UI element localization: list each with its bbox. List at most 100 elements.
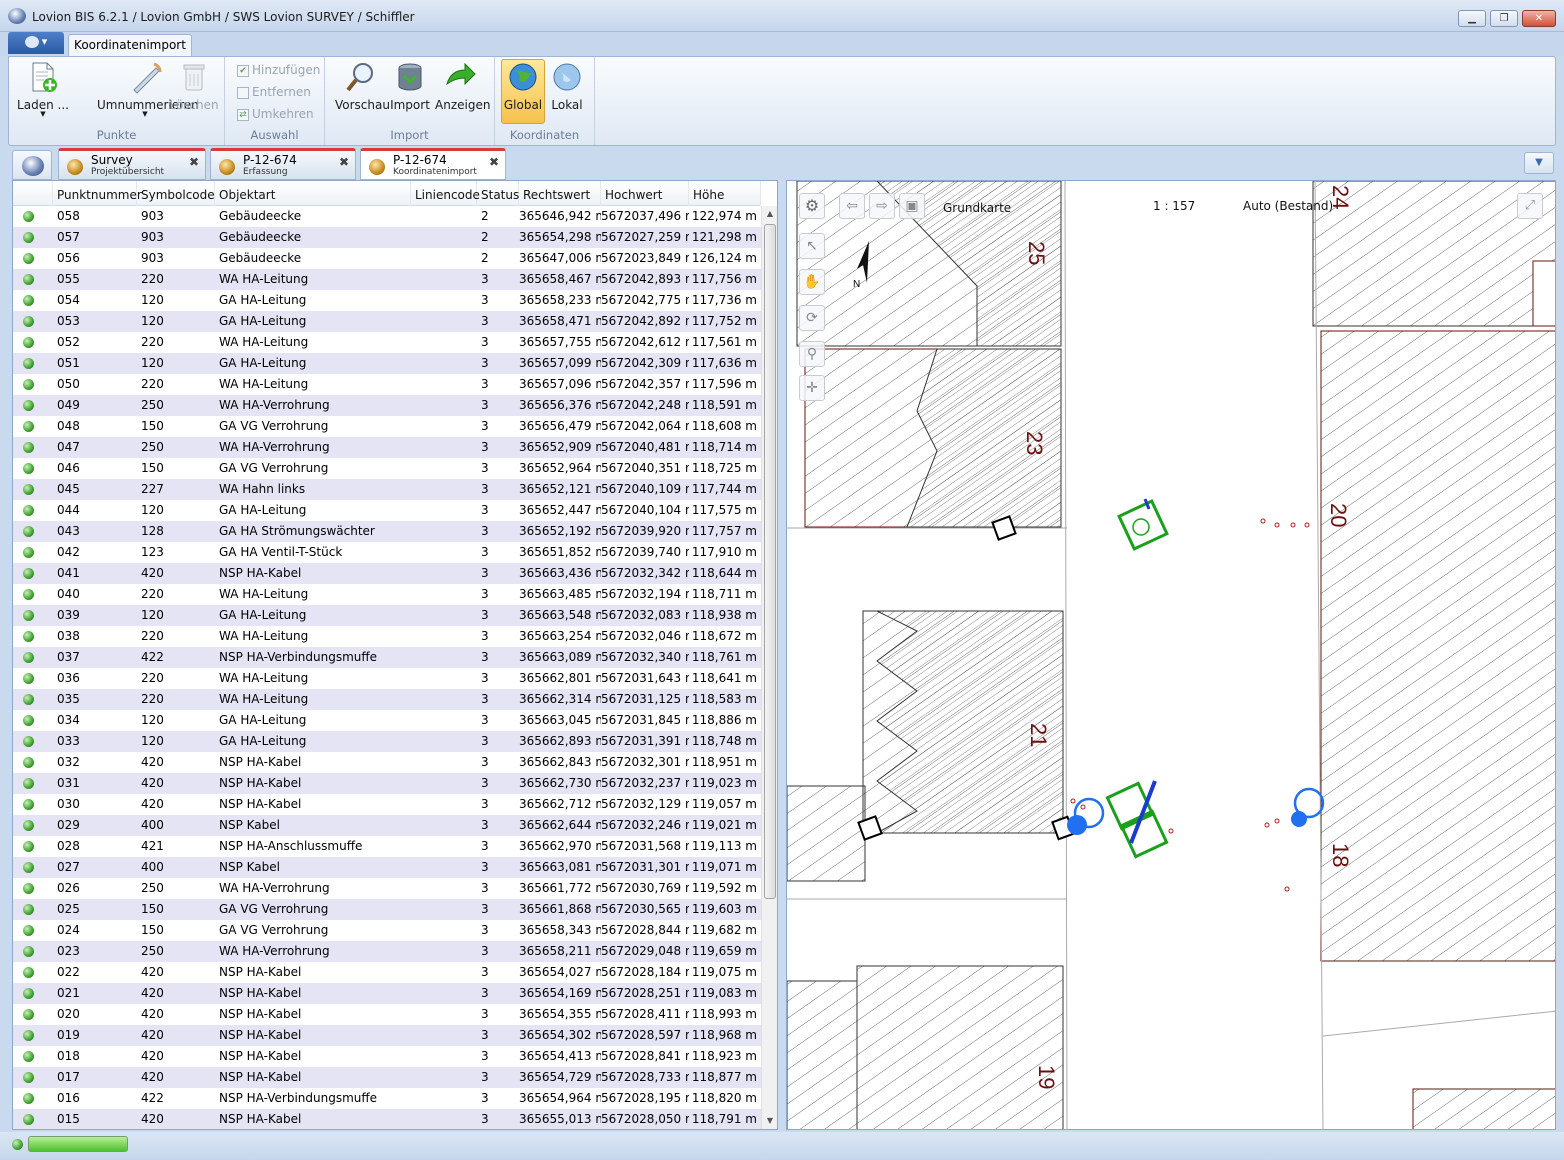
table-row[interactable]: 028 421 NSP HA-Anschlussmuffe 3 365662,970 m… <box>13 836 761 857</box>
table-row[interactable]: 044 120 GA HA-Leitung 3 365652,447 m 5672040,… <box>13 500 761 521</box>
map-crosshair-tool[interactable]: ✛ <box>799 375 825 401</box>
home-tab[interactable] <box>12 150 52 180</box>
table-row[interactable]: 034 120 GA HA-Leitung 3 365663,045 m 5672031,… <box>13 710 761 731</box>
table-row[interactable]: 038 220 WA HA-Leitung 3 365663,254 m 5672032,… <box>13 626 761 647</box>
entfernen-button[interactable]: Entfernen <box>237 83 311 101</box>
table-row[interactable]: 046 150 GA VG Verrohrung 3 365652,964 m 56720… <box>13 458 761 479</box>
tab-koordinatenimport[interactable]: P-12-674 Koordinatenimport ✖ <box>360 148 506 180</box>
lokal-button[interactable]: Lokal <box>547 60 587 112</box>
table-row[interactable]: 026 250 WA HA-Verrohrung 3 365661,772 m 56720… <box>13 878 761 899</box>
tab-koordinatenimport[interactable]: Koordinatenimport <box>68 34 192 56</box>
table-cell: 5672042,309 m <box>601 356 689 370</box>
map-forward-button[interactable]: ⇨ <box>869 193 895 219</box>
table-row[interactable]: 047 250 WA HA-Verrohrung 3 365652,909 m 56720… <box>13 437 761 458</box>
table-row[interactable]: 019 420 NSP HA-Kabel 3 365654,302 m 5672028,5… <box>13 1025 761 1046</box>
layers-icon: ▣ <box>905 198 919 214</box>
column-header[interactable]: Objektart <box>215 181 411 206</box>
table-row[interactable]: 042 123 GA HA Ventil-T-Stück 3 365651,852 m5… <box>13 542 761 563</box>
table-row[interactable]: 056 903 Gebäudeecke 2 365647,006 m 5672023,84… <box>13 248 761 269</box>
import-button[interactable]: Import <box>389 60 431 112</box>
table-row[interactable]: 051 120 GA HA-Leitung 3 365657,099 m 5672042,… <box>13 353 761 374</box>
table-cell: NSP HA-Kabel <box>219 797 302 811</box>
table-row[interactable]: 021 420 NSP HA-Kabel 3 365654,169 m 5672028,2… <box>13 983 761 1004</box>
scrollbar-thumb[interactable] <box>764 224 776 899</box>
loeschen-button[interactable]: Löschen <box>169 60 219 112</box>
table-row[interactable]: 053 120 GA HA-Leitung 3 365658,471 m 5672042,… <box>13 311 761 332</box>
table-row[interactable]: 025 150 GA VG Verrohrung 3 365661,868 m 56720… <box>13 899 761 920</box>
column-header[interactable]: Punktnummer <box>53 181 142 206</box>
map-view[interactable]: 25 23 21 19 24 20 18 ⚙ ⇦ ⇨ ▣ ↖ ✋ ⟳ ⚲ ✛ N… <box>786 180 1556 1130</box>
table-row[interactable]: 048 150 GA VG Verrohrung 3 365656,479 m 56720… <box>13 416 761 437</box>
table-row[interactable]: 029 400 NSP Kabel 3 365662,644 m 5672032,246 … <box>13 815 761 836</box>
map-settings-button[interactable]: ⚙ <box>799 193 825 219</box>
table-row[interactable]: 020 420 NSP HA-Kabel 3 365654,355 m 5672028,4… <box>13 1004 761 1025</box>
table-row[interactable]: 049 250 WA HA-Verrohrung 3 365656,376 m 56720… <box>13 395 761 416</box>
scroll-down-icon[interactable]: ▼ <box>762 1113 777 1129</box>
table-row[interactable]: 018 420 NSP HA-Kabel 3 365654,413 m 5672028,8… <box>13 1046 761 1067</box>
table-row[interactable]: 033 120 GA HA-Leitung 3 365662,893 m 5672031,… <box>13 731 761 752</box>
hinzufuegen-button[interactable]: ✔ Hinzufügen <box>237 61 320 79</box>
column-header[interactable]: Hochwert <box>601 181 689 206</box>
global-button[interactable]: Global <box>501 59 545 124</box>
column-header[interactable]: Liniencode <box>411 181 480 206</box>
close-icon[interactable]: ✖ <box>339 155 349 169</box>
tab-survey[interactable]: Survey Projektübersicht ✖ <box>58 148 206 180</box>
table-row[interactable]: 030 420 NSP HA-Kabel 3 365662,712 m 5672032,1… <box>13 794 761 815</box>
table-row[interactable]: 055 220 WA HA-Leitung 3 365658,467 m 5672042,… <box>13 269 761 290</box>
table-row[interactable]: 015 420 NSP HA-Kabel 3 365655,013 m 5672028,0… <box>13 1109 761 1129</box>
close-icon[interactable]: ✖ <box>189 155 199 169</box>
table-cell: 5672032,301 m <box>601 755 689 769</box>
scroll-up-icon[interactable]: ▲ <box>762 206 777 222</box>
table-row[interactable]: 058 903 Gebäudeecke 2 365646,942 m 5672037,49… <box>13 206 761 227</box>
column-header[interactable]: Höhe <box>689 181 761 206</box>
map-rotate-tool[interactable]: ⟳ <box>799 305 825 331</box>
map-fullscreen-button[interactable]: ⤢ <box>1517 193 1543 219</box>
map-layers-button[interactable]: ▣ <box>899 193 925 219</box>
column-header[interactable]: Status <box>477 181 519 206</box>
map-back-button[interactable]: ⇦ <box>839 193 865 219</box>
table-row[interactable]: 043 128 GA HA Strömungswächter 3 365652,192 … <box>13 521 761 542</box>
table-row[interactable]: 027 400 NSP Kabel 3 365663,081 m 5672031,301 … <box>13 857 761 878</box>
house-number: 25 <box>1024 241 1049 265</box>
table-row[interactable]: 040 220 WA HA-Leitung 3 365663,485 m 5672032,… <box>13 584 761 605</box>
anzeigen-button[interactable]: Anzeigen <box>435 60 490 112</box>
column-header[interactable]: Symbolcode <box>137 181 215 206</box>
laden-button[interactable]: Laden ... ▼ <box>17 60 69 118</box>
tab-erfassung[interactable]: P-12-674 Erfassung ✖ <box>210 148 356 180</box>
table-cell: 365658,471 m <box>519 314 601 328</box>
table-row[interactable]: 024 150 GA VG Verrohrung 3 365658,343 m 56720… <box>13 920 761 941</box>
map-pan-tool[interactable]: ✋ <box>799 269 825 295</box>
tab-list-dropdown-button[interactable]: ▼ <box>1524 152 1554 174</box>
map-select-tool[interactable]: ↖ <box>799 233 825 259</box>
table-row[interactable]: 016 422 NSP HA-Verbindungsmuffe 3 365654,964… <box>13 1088 761 1109</box>
table-row[interactable]: 037 422 NSP HA-Verbindungsmuffe 3 365663,089… <box>13 647 761 668</box>
table-row[interactable]: 031 420 NSP HA-Kabel 3 365662,730 m 5672032,2… <box>13 773 761 794</box>
map-canvas[interactable]: 25 23 21 19 24 20 18 <box>787 181 1556 1130</box>
table-row[interactable]: 017 420 NSP HA-Kabel 3 365654,729 m 5672028,7… <box>13 1067 761 1088</box>
close-button[interactable]: ✕ <box>1522 10 1556 27</box>
column-header[interactable]: Rechtswert <box>519 181 601 206</box>
table-row[interactable]: 023 250 WA HA-Verrohrung 3 365658,211 m 56720… <box>13 941 761 962</box>
minimize-button[interactable]: ▁ <box>1458 10 1486 27</box>
vorschau-button[interactable]: Vorschau <box>335 60 390 112</box>
table-row[interactable]: 052 220 WA HA-Leitung 3 365657,755 m 5672042,… <box>13 332 761 353</box>
table-row[interactable]: 045 227 WA Hahn links 3 365652,121 m 5672040,… <box>13 479 761 500</box>
umkehren-button[interactable]: ⇄ Umkehren <box>237 105 314 123</box>
table-row[interactable]: 039 120 GA HA-Leitung 3 365663,548 m 5672032,… <box>13 605 761 626</box>
table-row[interactable]: 036 220 WA HA-Leitung 3 365662,801 m 5672031,… <box>13 668 761 689</box>
application-menu-button[interactable]: ▾ <box>8 32 64 54</box>
table-cell: 5672028,733 m <box>601 1070 689 1084</box>
table-cell: 036 <box>57 671 80 685</box>
table-cell <box>411 794 477 815</box>
table-row[interactable]: 035 220 WA HA-Leitung 3 365662,314 m 5672031,… <box>13 689 761 710</box>
table-row[interactable]: 032 420 NSP HA-Kabel 3 365662,843 m 5672032,3… <box>13 752 761 773</box>
map-zoom-tool[interactable]: ⚲ <box>799 341 825 367</box>
table-row[interactable]: 041 420 NSP HA-Kabel 3 365663,436 m 5672032,3… <box>13 563 761 584</box>
close-icon[interactable]: ✖ <box>489 155 499 169</box>
vertical-scrollbar[interactable]: ▲ ▼ <box>761 206 777 1129</box>
table-row[interactable]: 022 420 NSP HA-Kabel 3 365654,027 m 5672028,1… <box>13 962 761 983</box>
table-row[interactable]: 050 220 WA HA-Leitung 3 365657,096 m 5672042,… <box>13 374 761 395</box>
table-row[interactable]: 057 903 Gebäudeecke 2 365654,298 m 5672027,25… <box>13 227 761 248</box>
maximize-button[interactable]: ❐ <box>1490 10 1518 27</box>
table-row[interactable]: 054 120 GA HA-Leitung 3 365658,233 m 5672042,… <box>13 290 761 311</box>
